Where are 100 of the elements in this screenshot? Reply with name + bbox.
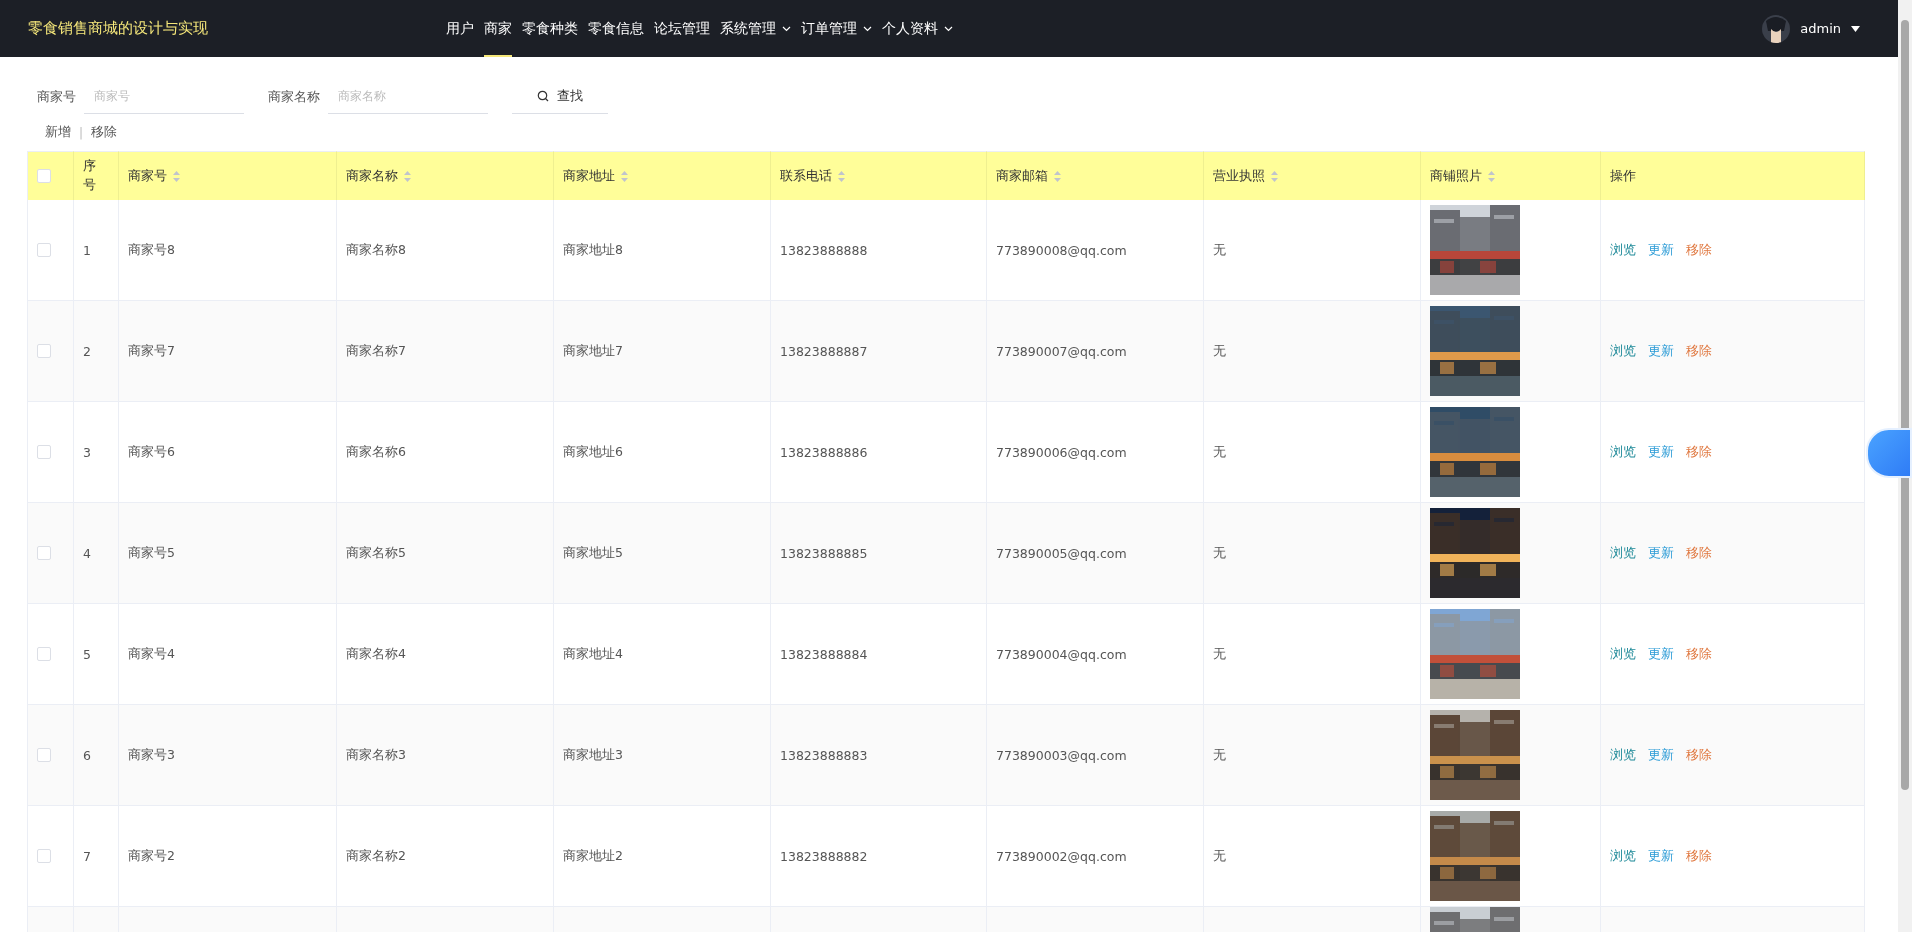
table-cell: 7: [74, 806, 119, 907]
column-header[interactable]: 联系电话: [771, 151, 987, 200]
column-header: 序号: [74, 151, 119, 200]
sort-icon[interactable]: [621, 170, 628, 182]
table-cell: 商家号3: [119, 705, 337, 806]
sort-icon[interactable]: [1054, 170, 1061, 182]
table-cell: 5: [74, 604, 119, 705]
sort-icon[interactable]: [1271, 170, 1278, 182]
table-cell: 773890004@qq.com: [987, 604, 1204, 705]
table-cell: 13823888884: [771, 604, 987, 705]
caret-icon: [782, 25, 791, 32]
sort-icon[interactable]: [1488, 170, 1495, 182]
table-cell: 商家号6: [119, 402, 337, 503]
table-cell: 商家地址4: [554, 604, 771, 705]
row-action-link[interactable]: 更新: [1648, 544, 1674, 562]
table-cell: 13823888885: [771, 503, 987, 604]
row-action-link[interactable]: 移除: [1686, 342, 1712, 360]
row-action-link[interactable]: 浏览: [1610, 443, 1636, 461]
table-cell: 773890002@qq.com: [987, 806, 1204, 907]
row-action-link[interactable]: 移除: [1686, 241, 1712, 259]
nav-item[interactable]: 系统管理: [720, 0, 791, 57]
column-header[interactable]: 营业执照: [1204, 151, 1421, 200]
table-cell: 773890006@qq.com: [987, 402, 1204, 503]
table-cell: 商家地址8: [554, 200, 771, 301]
checkbox[interactable]: [37, 445, 51, 459]
sort-icon[interactable]: [404, 170, 411, 182]
nav-item[interactable]: 商家: [484, 0, 512, 57]
checkbox[interactable]: [37, 748, 51, 762]
table-cell: 商家地址5: [554, 503, 771, 604]
table-cell: 商家地址7: [554, 301, 771, 402]
checkbox[interactable]: [37, 849, 51, 863]
row-action-link[interactable]: 更新: [1648, 241, 1674, 259]
field-label: 商家名称: [268, 87, 320, 106]
row-action-link[interactable]: 浏览: [1610, 746, 1636, 764]
column-header[interactable]: 商家地址: [554, 151, 771, 200]
table-cell: 商家名称5: [337, 503, 554, 604]
nav-item[interactable]: 论坛管理: [654, 0, 710, 57]
field-label: 商家号: [37, 87, 76, 106]
nav-item[interactable]: 零食信息: [588, 0, 644, 57]
row-action-link[interactable]: 更新: [1648, 746, 1674, 764]
row-action-link[interactable]: 浏览: [1610, 544, 1636, 562]
checkbox[interactable]: [37, 243, 51, 257]
table-cell: 商家号2: [119, 806, 337, 907]
row-action-link[interactable]: 浏览: [1610, 241, 1636, 259]
column-header[interactable]: 商家名称: [337, 151, 554, 200]
table-cell: 无: [1204, 503, 1421, 604]
column-header[interactable]: 商铺照片: [1421, 151, 1601, 200]
avatar[interactable]: [1762, 14, 1791, 43]
row-action-link[interactable]: 移除: [1686, 443, 1712, 461]
sort-icon[interactable]: [838, 170, 845, 182]
nav-item[interactable]: 用户: [446, 0, 474, 57]
table-cell: 2: [74, 301, 119, 402]
checkbox[interactable]: [37, 344, 51, 358]
checkbox[interactable]: [37, 647, 51, 661]
table-cell: 商家名称2: [337, 806, 554, 907]
row-action-link[interactable]: 移除: [1686, 847, 1712, 865]
row-action-link[interactable]: 更新: [1648, 342, 1674, 360]
row-action-link[interactable]: 浏览: [1610, 342, 1636, 360]
table-cell: 4: [74, 503, 119, 604]
action-link[interactable]: 移除: [91, 124, 118, 141]
table-cell: 商家名称3: [337, 705, 554, 806]
row-action-link[interactable]: 移除: [1686, 746, 1712, 764]
scrollbar[interactable]: [1898, 0, 1912, 932]
action-link[interactable]: 新增: [45, 124, 71, 141]
row-action-link[interactable]: 移除: [1686, 544, 1712, 562]
username[interactable]: admin: [1800, 21, 1841, 36]
row-action-link[interactable]: 移除: [1686, 645, 1712, 663]
row-action-link[interactable]: 更新: [1648, 847, 1674, 865]
table-cell: 1: [74, 200, 119, 301]
dropdown-icon[interactable]: [1851, 25, 1860, 32]
table-cell: 商家号8: [119, 200, 337, 301]
scrollbar-thumb[interactable]: [1901, 20, 1909, 790]
nav-item[interactable]: 订单管理: [801, 0, 872, 57]
table-cell: 无: [1204, 301, 1421, 402]
row-action-link[interactable]: 更新: [1648, 645, 1674, 663]
nav-item[interactable]: 零食种类: [522, 0, 578, 57]
sort-icon[interactable]: [173, 170, 180, 182]
row-action-link[interactable]: 浏览: [1610, 847, 1636, 865]
row-action-link[interactable]: 更新: [1648, 443, 1674, 461]
row-action-link[interactable]: 浏览: [1610, 645, 1636, 663]
table-cell: 商家号7: [119, 301, 337, 402]
table-cell: 13823888883: [771, 705, 987, 806]
separator: |: [79, 125, 84, 140]
table-cell: 6: [74, 705, 119, 806]
table-cell: 无: [1204, 604, 1421, 705]
floating-button[interactable]: [1866, 428, 1912, 478]
table-cell: 无: [1204, 806, 1421, 907]
caret-icon: [944, 25, 953, 32]
table-cell: 无: [1204, 402, 1421, 503]
column-header[interactable]: 商家邮箱: [987, 151, 1204, 200]
table-cell: 773890003@qq.com: [987, 705, 1204, 806]
table-cell: 商家名称4: [337, 604, 554, 705]
table-cell: 商家名称7: [337, 301, 554, 402]
table-cell: 3: [74, 402, 119, 503]
checkbox[interactable]: [37, 546, 51, 560]
checkbox[interactable]: [37, 169, 51, 183]
table-cell: 773890005@qq.com: [987, 503, 1204, 604]
table-cell: 773890007@qq.com: [987, 301, 1204, 402]
column-header[interactable]: 商家号: [119, 151, 337, 200]
nav-item[interactable]: 个人资料: [882, 0, 953, 57]
